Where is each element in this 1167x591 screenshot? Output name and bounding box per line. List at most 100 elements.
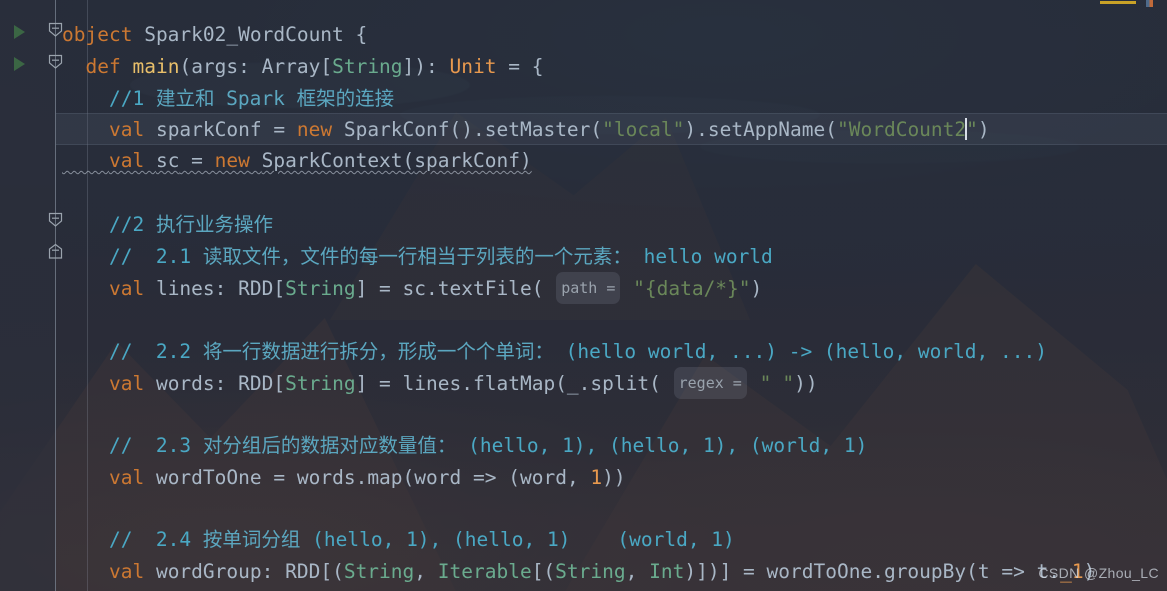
code-line-comment-2-3[interactable]: // 2.3 对分组后的数据对应数量值： (hello, 1), (hello,… [56, 430, 1167, 462]
code-line-sparkconf-text: val sparkConf = new SparkConf().setMaste… [62, 118, 990, 141]
token-str: "WordCount2 [837, 118, 967, 141]
token-str: "{data/*}" [633, 277, 751, 300]
code-line-comment-2-2[interactable]: // 2.2 将一行数据进行拆分，形成一个个单词： (hello world, … [56, 336, 1167, 368]
code-line-wordgroup-groupby[interactable]: val wordGroup: RDD[(String, Iterable[(St… [56, 556, 1167, 588]
token-ident: wordGroup [155, 560, 262, 583]
token-cmtcn: 建立和 Spark 框架的连接 [155, 87, 395, 110]
code-line-comment-2-1[interactable]: // 2.1 读取文件，文件的每一行相当于列表的一个元素： hello worl… [56, 241, 1167, 273]
parameter-hint[interactable]: path = [556, 272, 621, 304]
token-punct: ). [684, 118, 708, 141]
code-editor[interactable]: object Spark02_WordCount { def main(args… [0, 0, 1167, 591]
token-punct: ( [590, 118, 603, 141]
token-ident: Spark02_WordCount [144, 23, 344, 46]
token-cmtcn: 执行业务操作 [155, 213, 273, 236]
token-ident: sparkConf [155, 118, 262, 141]
parameter-hint[interactable]: regex = [673, 367, 747, 399]
token-type: String [555, 560, 626, 583]
token-ident: RDD [238, 372, 274, 395]
code-line-comment-2-3-text: // 2.3 对分组后的数据对应数量值： (hello, 1), (hello,… [62, 434, 867, 457]
token-kw: object [62, 23, 133, 46]
token-kw: val [108, 277, 145, 300]
code-line-comment-1-text: //1 建立和 Spark 框架的连接 [62, 87, 394, 110]
token-punct: => ( [461, 466, 520, 489]
token-kw2: 1 [590, 466, 603, 489]
token-punct: : [214, 372, 239, 395]
token-ident: words [155, 372, 215, 395]
token-punct: ]): [402, 55, 450, 78]
code-line-sparkconf[interactable]: val sparkConf = new SparkConf().setMaste… [56, 113, 1167, 145]
token-punct: )) [602, 466, 626, 489]
token-punct: = [179, 149, 215, 172]
token-punct: . [461, 372, 473, 395]
token-type: String [343, 560, 415, 583]
warning-stripe-marker[interactable] [1100, 1, 1136, 4]
token-ident: word [414, 466, 462, 489]
code-line-wordtoone-map[interactable]: val wordToOne = words.map(word => (word,… [56, 462, 1167, 494]
token-punct: ( [402, 466, 415, 489]
token-cmt: // 2.1 [108, 245, 203, 268]
token-ident: wordToOne [766, 560, 873, 583]
token-ident: RDD [238, 277, 274, 300]
code-line-comment-2[interactable]: //2 执行业务操作 [56, 209, 1167, 241]
token-punct: ( [825, 118, 837, 141]
token-ident: lines [402, 372, 462, 395]
code-line-comment-2-4-text: // 2.4 按单词分组 (hello, 1), (hello, 1) (wor… [62, 528, 735, 551]
code-line-def-main[interactable]: def main(args: Array[String]): Unit = { [56, 51, 1167, 83]
token-ident: t [977, 560, 990, 583]
code-line-comment-1[interactable]: //1 建立和 Spark 框架的连接 [56, 83, 1167, 115]
code-line-comment-2-4[interactable]: // 2.4 按单词分组 (hello, 1), (hello, 1) (wor… [56, 524, 1167, 556]
code-line-lines-textfile-text: val lines: RDD[String] = sc.textFile( pa… [62, 272, 762, 304]
token-ident: setAppName [707, 118, 826, 141]
token-punct: . [1048, 560, 1061, 583]
token-type: Iterable [437, 560, 532, 583]
token-punct: ) [977, 118, 990, 141]
token-ident: wordToOne [155, 466, 262, 489]
token-cmtcn: 将一行数据进行拆分，形成一个个单词： [202, 340, 554, 363]
token-cmtcn: 对分组后的数据对应数量值： [202, 434, 457, 457]
token-ident: split [590, 372, 650, 395]
code-text-area[interactable]: object Spark02_WordCount { def main(args… [56, 0, 1167, 591]
code-line-object-decl[interactable]: object Spark02_WordCount { [56, 19, 1167, 51]
token-kw: val [108, 118, 145, 141]
code-line-words-flatmap[interactable]: val words: RDD[String] = lines.flatMap(_… [56, 367, 1167, 400]
token-str: " [966, 118, 978, 141]
code-line-def-main-text: def main(args: Array[String]): Unit = { [62, 55, 543, 78]
code-line-sparkcontext[interactable]: val sc = new SparkContext(sparkConf) [56, 145, 1167, 177]
token-punct: { [343, 23, 368, 46]
token-cmtcn: 按单词分组 [202, 528, 301, 551]
token-fn: main [132, 55, 180, 78]
token-punct: ( [179, 55, 192, 78]
token-punct: = { [496, 55, 544, 78]
token-type: String [285, 277, 356, 300]
token-cmt: (hello, 1), (hello, 1) (world, 1) [300, 528, 735, 551]
token-ident: flatMap [473, 372, 556, 395]
inspection-status-indicator[interactable] [1146, 0, 1153, 7]
token-kw2: Unit [449, 55, 497, 78]
token-cmt: // 2.2 [108, 340, 203, 363]
code-line-comment-2-2-text: // 2.2 将一行数据进行拆分，形成一个个单词： (hello world, … [62, 340, 1047, 363]
code-line-comment-2-1-text: // 2.1 读取文件，文件的每一行相当于列表的一个元素： hello worl… [62, 245, 773, 268]
token-cmtcn: 读取文件，文件的每一行相当于列表的一个元素： [202, 245, 632, 268]
code-line-lines-textfile[interactable]: val lines: RDD[String] = sc.textFile( pa… [56, 272, 1167, 305]
token-kw: val [108, 466, 145, 489]
editor-gutter[interactable] [0, 0, 56, 591]
token-ident: RDD [285, 560, 321, 583]
